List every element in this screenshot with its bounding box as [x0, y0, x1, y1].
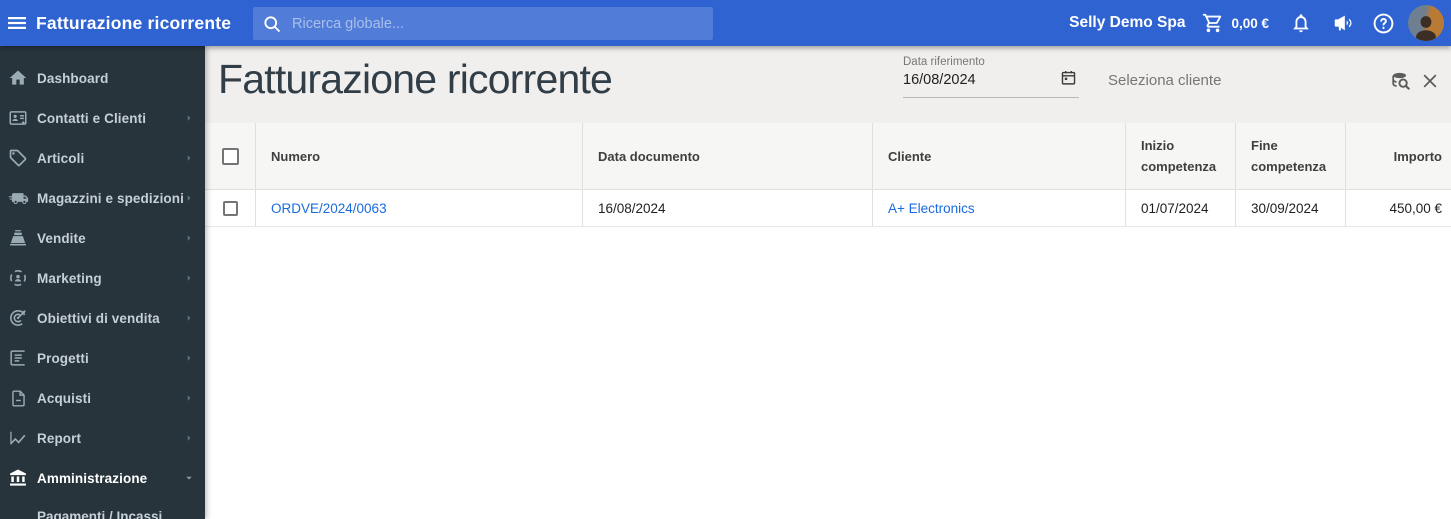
chevron-right-icon	[183, 432, 195, 444]
tag-icon	[7, 147, 29, 169]
sales-target-icon	[7, 307, 29, 329]
reference-date-value[interactable]: 16/08/2024	[903, 72, 1079, 88]
column-header-inizio-competenza[interactable]: Inizio competenza	[1125, 123, 1235, 189]
sidebar-item-magazzini-e-spedizioni[interactable]: Magazzini e spedizioni	[0, 178, 205, 218]
reference-date-field[interactable]: Data riferimento 16/08/2024	[903, 54, 1079, 98]
topbar-right: Selly Demo Spa 0,00 €	[1069, 0, 1444, 46]
company-name[interactable]: Selly Demo Spa	[1069, 14, 1185, 32]
contacts-icon	[7, 107, 29, 129]
sidebar-item-amministrazione[interactable]: Amministrazione	[0, 458, 205, 498]
reference-date-label: Data riferimento	[903, 56, 985, 68]
cart-amount[interactable]: 0,00 €	[1231, 16, 1269, 31]
sidebar-item-report[interactable]: Report	[0, 418, 205, 458]
chevron-right-icon	[183, 152, 195, 164]
app-title: Fatturazione ricorrente	[36, 12, 232, 33]
chevron-right-icon	[183, 392, 195, 404]
help-icon[interactable]	[1371, 11, 1395, 35]
amount-cell: 450,00 €	[1345, 190, 1451, 226]
table-row: ORDVE/2024/0063 16/08/2024 A+ Electronic…	[205, 190, 1451, 227]
sidebar: Dashboard Contatti e Clienti Articoli Ma…	[0, 46, 205, 519]
sidebar-item-vendite[interactable]: Vendite	[0, 218, 205, 258]
app-window: Fatturazione ricorrente Selly Demo Spa 0…	[0, 0, 1451, 519]
global-search-input[interactable]	[292, 15, 704, 32]
user-avatar[interactable]	[1408, 5, 1444, 41]
notifications-bell-icon[interactable]	[1289, 11, 1313, 35]
row-select-cell	[205, 190, 255, 226]
sidebar-subitem-pagamenti-incassi[interactable]: Pagamenti / Incassi	[0, 498, 205, 519]
sidebar-item-progetti[interactable]: Progetti	[0, 338, 205, 378]
chevron-right-icon	[183, 272, 195, 284]
document-icon	[7, 387, 29, 409]
column-header-numero[interactable]: Numero	[255, 123, 582, 189]
chevron-right-icon	[183, 352, 195, 364]
topbar: Fatturazione ricorrente Selly Demo Spa 0…	[0, 0, 1451, 46]
column-header-fine-competenza[interactable]: Fine competenza	[1235, 123, 1345, 189]
start-date-cell: 01/07/2024	[1125, 190, 1235, 226]
document-number-link[interactable]: ORDVE/2024/0063	[271, 201, 387, 216]
select-all-checkbox[interactable]	[221, 147, 239, 165]
calendar-icon[interactable]	[1060, 69, 1077, 91]
home-icon	[7, 67, 29, 89]
global-search[interactable]	[253, 7, 713, 40]
sidebar-item-contatti-e-clienti[interactable]: Contatti e Clienti	[0, 98, 205, 138]
select-all-cell	[205, 123, 255, 189]
chevron-right-icon	[183, 232, 195, 244]
truck-icon	[7, 187, 29, 209]
row-checkbox[interactable]	[222, 200, 238, 216]
cart-icon[interactable]	[1201, 11, 1225, 35]
chart-icon	[7, 427, 29, 449]
advanced-search-icon[interactable]	[1390, 70, 1412, 92]
page-toolbar: Fatturazione ricorrente Data riferimento…	[205, 46, 1451, 123]
client-select[interactable]: Seleziona cliente	[1108, 72, 1358, 94]
sidebar-item-marketing[interactable]: Marketing	[0, 258, 205, 298]
main-content: Fatturazione ricorrente Data riferimento…	[205, 46, 1451, 519]
page-title: Fatturazione ricorrente	[218, 56, 613, 102]
column-header-importo[interactable]: Importo	[1345, 123, 1451, 189]
cash-register-icon	[7, 227, 29, 249]
menu-icon[interactable]	[1, 0, 33, 46]
sidebar-item-dashboard[interactable]: Dashboard	[0, 58, 205, 98]
client-link[interactable]: A+ Electronics	[888, 201, 975, 216]
sidebar-item-acquisti[interactable]: Acquisti	[0, 378, 205, 418]
document-date-cell: 16/08/2024	[582, 190, 872, 226]
toolbar-actions	[1390, 70, 1441, 92]
column-header-data-documento[interactable]: Data documento	[582, 123, 872, 189]
sidebar-item-obiettivi-di-vendita[interactable]: Obiettivi di vendita	[0, 298, 205, 338]
megaphone-icon[interactable]	[1331, 11, 1355, 35]
bank-icon	[7, 467, 29, 489]
column-header-cliente[interactable]: Cliente	[872, 123, 1125, 189]
chevron-right-icon	[183, 312, 195, 324]
search-icon	[262, 14, 282, 34]
table-header-row: Numero Data documento Cliente Inizio com…	[205, 123, 1451, 190]
marketing-icon	[7, 267, 29, 289]
end-date-cell: 30/09/2024	[1235, 190, 1345, 226]
client-select-placeholder: Seleziona cliente	[1108, 72, 1222, 89]
projects-list-icon	[7, 347, 29, 369]
chevron-right-icon	[183, 192, 195, 204]
close-icon[interactable]	[1419, 70, 1441, 92]
chevron-right-icon	[183, 112, 195, 124]
documents-table: Numero Data documento Cliente Inizio com…	[205, 123, 1451, 227]
chevron-down-icon	[183, 472, 195, 484]
sidebar-item-articoli[interactable]: Articoli	[0, 138, 205, 178]
